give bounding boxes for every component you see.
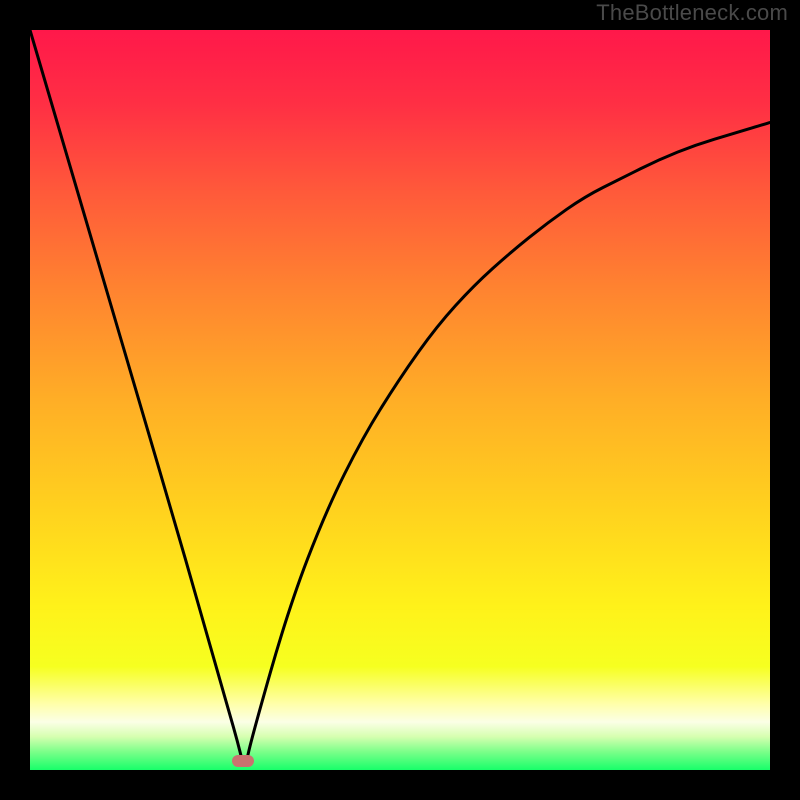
chart-frame: TheBottleneck.com <box>0 0 800 800</box>
bottleneck-curve <box>30 30 770 762</box>
curve-layer <box>30 30 770 770</box>
minimum-marker <box>232 755 254 767</box>
watermark-text: TheBottleneck.com <box>596 0 788 26</box>
plot-area <box>30 30 770 770</box>
